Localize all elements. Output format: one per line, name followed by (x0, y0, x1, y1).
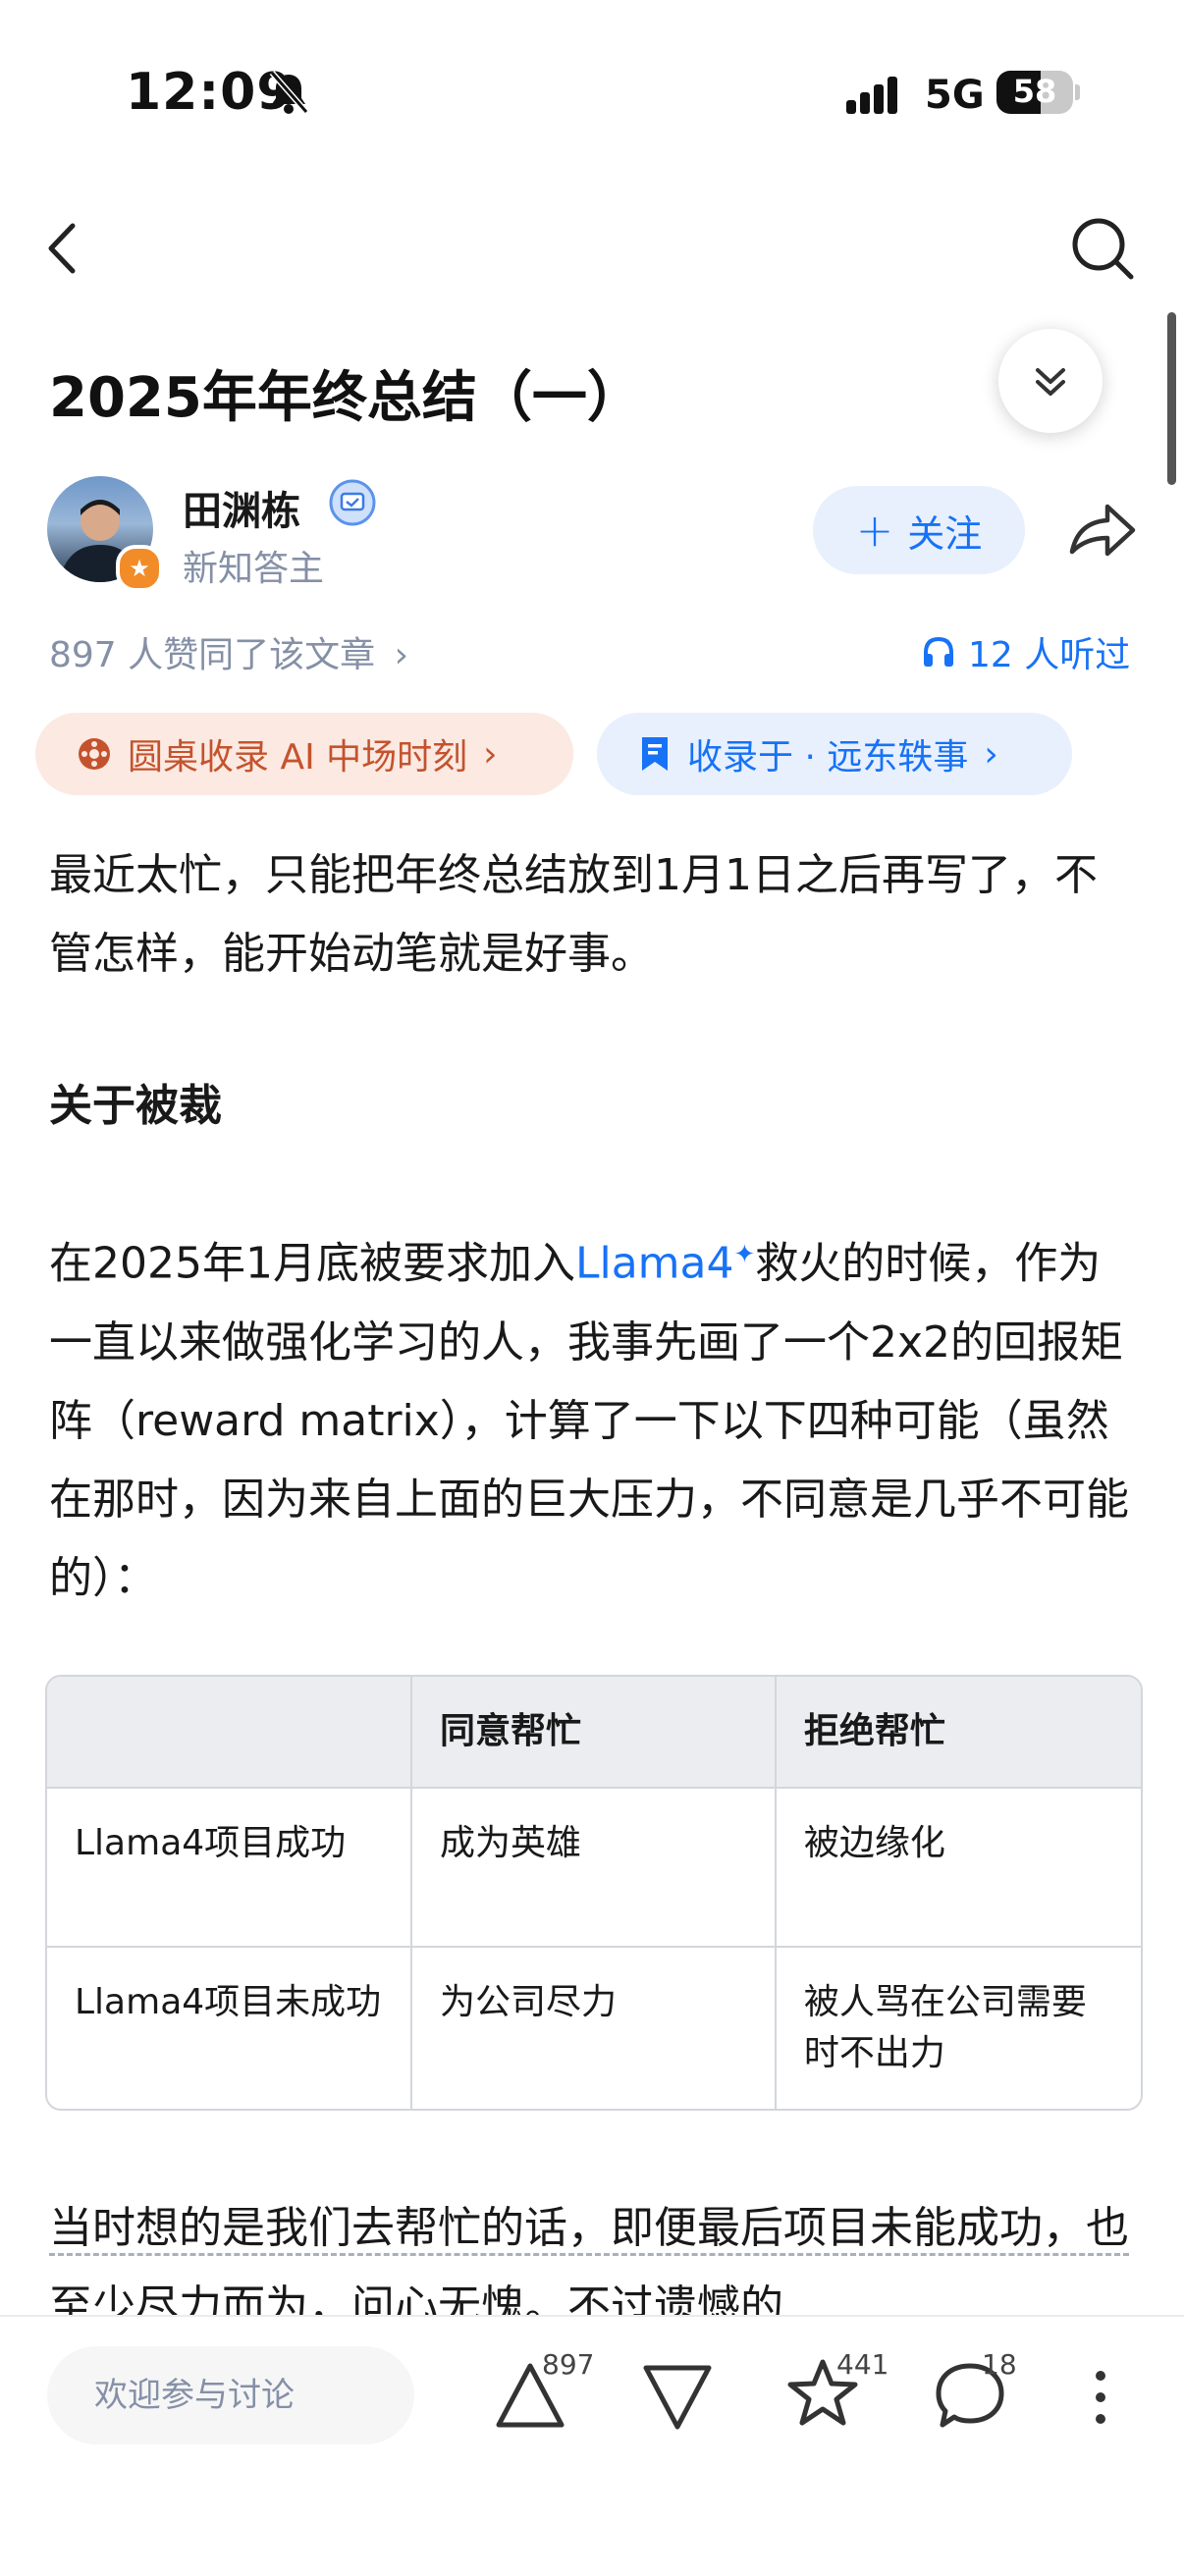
follow-label: 关注 (907, 511, 983, 556)
signal-icon (846, 77, 897, 114)
plus-icon: + (855, 504, 894, 557)
more-options-icon[interactable] (1086, 2366, 1115, 2429)
battery-icon: 58 (996, 71, 1073, 114)
collection-label: 收录于 · 远东轶事 (687, 737, 969, 778)
listens-text: 12 人听过 (968, 635, 1131, 675)
double-chevron-down-icon (1036, 368, 1065, 396)
table-header: 同意帮忙 (409, 1677, 777, 1789)
paragraph-reward: 在2025年1月底被要求加入Llama4✦救火的时候，作为一直以来做强化学习的人… (49, 1215, 1139, 1618)
bell-slash-icon (269, 71, 309, 114)
follow-button[interactable]: + 关注 (813, 486, 1025, 574)
table-cell: 被边缘化 (774, 1787, 1141, 1948)
author-name[interactable]: 田渊栋 (183, 479, 300, 536)
roundtable-label: 圆桌收录 AI 中场时刻 (128, 737, 468, 778)
paragraph-highlighted[interactable]: 当时想的是我们去帮忙的话，即便最后项目未能成功，也至少尽力而为，问心无愧。不过遗… (49, 2203, 1129, 2317)
downvote-button[interactable] (638, 2356, 717, 2435)
sparkle-icon: ✦ (733, 1240, 756, 1269)
comment-count: 18 (982, 2348, 1017, 2381)
paragraph-text: 救火的时候，作为一直以来做强化学习的人，我事先画了一个2x2的回报矩阵（rewa… (49, 1238, 1129, 1603)
paragraph-text: 在2025年1月底被要求加入 (49, 1238, 575, 1289)
likes-text: 897 人赞同了该文章 (49, 635, 376, 675)
collection-pill[interactable]: 收录于 · 远东轶事 › (597, 713, 1072, 795)
collapse-header-button[interactable] (998, 329, 1103, 433)
table-cell: Llama4项目未成功 (47, 1946, 412, 2109)
battery-level: 58 (1012, 73, 1057, 110)
bookmark-icon (642, 737, 668, 771)
listens-summary[interactable]: 12 人听过 (921, 626, 1130, 677)
table-cell: 为公司尽力 (409, 1946, 777, 2109)
likes-summary[interactable]: 897 人赞同了该文章 › (49, 626, 408, 677)
chevron-right-icon: › (394, 635, 409, 675)
table-header: 拒绝帮忙 (774, 1677, 1141, 1789)
table-row: Llama4项目成功 成为英雄 被边缘化 (47, 1787, 1141, 1948)
roundtable-icon (79, 738, 110, 770)
table-cell: Llama4项目成功 (47, 1787, 412, 1948)
chevron-right-icon: › (984, 733, 998, 775)
battery-tip (1075, 84, 1080, 100)
llama4-link[interactable]: Llama4 (575, 1239, 734, 1289)
table-header (47, 1677, 412, 1789)
search-icon[interactable] (1068, 214, 1137, 283)
author-subtitle: 新知答主 (183, 549, 325, 589)
badge-star-icon: ★ (116, 545, 163, 592)
table-cell: 被人骂在公司需要时不出力 (774, 1946, 1141, 2109)
share-icon[interactable] (1064, 497, 1143, 565)
network-label: 5G (925, 73, 985, 118)
headphones-icon (924, 636, 953, 667)
upvote-count: 897 (542, 2348, 595, 2381)
comment-input[interactable]: 欢迎参与讨论 (47, 2346, 414, 2444)
roundtable-pill[interactable]: 圆桌收录 AI 中场时刻 › (35, 713, 573, 795)
verified-icon (329, 479, 376, 526)
chevron-right-icon: › (483, 733, 498, 775)
table-header-row: 同意帮忙 拒绝帮忙 (47, 1677, 1141, 1789)
favorite-count: 441 (836, 2348, 889, 2381)
article-title: 2025年年终总结（一） (49, 366, 642, 430)
table-cell: 成为英雄 (409, 1787, 777, 1948)
paragraph-intro: 最近太忙，只能把年终总结放到1月1日之后再写了，不管怎样，能开始动笔就是好事。 (49, 850, 1098, 979)
paragraph-clip: 当时想的是我们去帮忙的话，即便最后项目未能成功，也至少尽力而为，问心无愧。不过遗… (0, 2179, 1184, 2317)
table-row: Llama4项目未成功 为公司尽力 被人骂在公司需要时不出力 (47, 1946, 1141, 2109)
section-heading: 关于被裁 (49, 1081, 222, 1131)
back-button[interactable] (39, 214, 88, 283)
scrollbar[interactable] (1167, 312, 1176, 485)
reward-matrix-table: 同意帮忙 拒绝帮忙 Llama4项目成功 成为英雄 被边缘化 Llama4项目未… (45, 1675, 1143, 2111)
